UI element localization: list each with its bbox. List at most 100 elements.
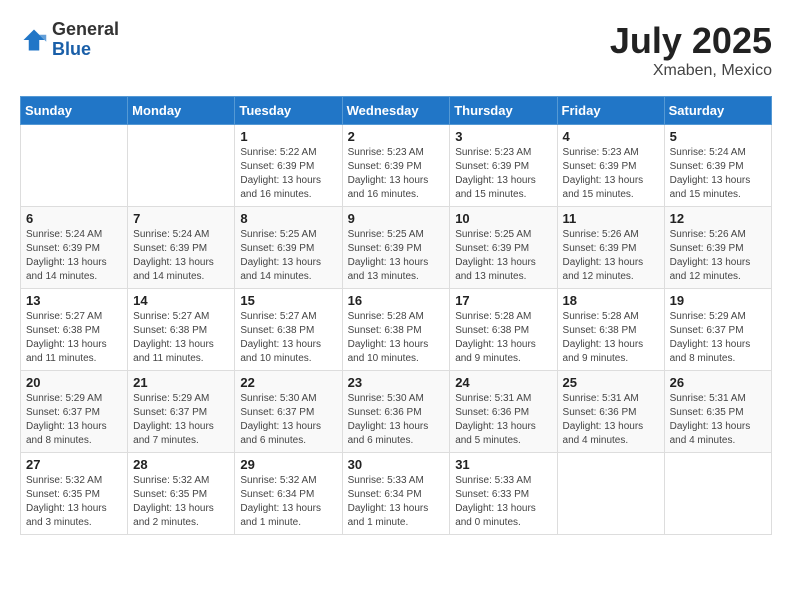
day-number: 27	[26, 457, 122, 472]
calendar-header-row: SundayMondayTuesdayWednesdayThursdayFrid…	[21, 97, 772, 125]
day-info: Sunrise: 5:24 AM Sunset: 6:39 PM Dayligh…	[26, 228, 122, 284]
calendar-cell: 7 Sunrise: 5:24 AM Sunset: 6:39 PM Daylig…	[128, 207, 235, 289]
calendar-cell: 20 Sunrise: 5:29 AM Sunset: 6:37 PM Dayli…	[21, 371, 128, 453]
calendar-cell: 5Sunrise: 5:24 AM Sunset: 6:39 PM Daylig…	[664, 125, 771, 207]
calendar-cell: 22 Sunrise: 5:30 AM Sunset: 6:37 PM Dayli…	[235, 371, 342, 453]
calendar-cell: 29 Sunrise: 5:32 AM Sunset: 6:34 PM Dayli…	[235, 453, 342, 535]
calendar-cell: 21 Sunrise: 5:29 AM Sunset: 6:37 PM Dayli…	[128, 371, 235, 453]
calendar-cell: 17 Sunrise: 5:28 AM Sunset: 6:38 PM Dayli…	[450, 289, 557, 371]
day-number: 25	[563, 375, 659, 390]
day-info: Sunrise: 5:30 AM Sunset: 6:36 PM Dayligh…	[348, 392, 445, 448]
day-info: Sunrise: 5:32 AM Sunset: 6:35 PM Dayligh…	[26, 474, 122, 530]
calendar-cell: 28Sunrise: 5:32 AM Sunset: 6:35 PM Dayli…	[128, 453, 235, 535]
weekday-header: Saturday	[664, 97, 771, 125]
calendar-week-row: 1 Sunrise: 5:22 AM Sunset: 6:39 PM Daylig…	[21, 125, 772, 207]
calendar-cell	[557, 453, 664, 535]
day-info: Sunrise: 5:22 AM Sunset: 6:39 PM Dayligh…	[240, 146, 336, 202]
day-info: Sunrise: 5:27 AM Sunset: 6:38 PM Dayligh…	[133, 310, 229, 366]
calendar-cell: 18Sunrise: 5:28 AM Sunset: 6:38 PM Dayli…	[557, 289, 664, 371]
calendar-cell: 11 Sunrise: 5:26 AM Sunset: 6:39 PM Dayli…	[557, 207, 664, 289]
location-subtitle: Xmaben, Mexico	[610, 62, 772, 80]
logo-icon	[20, 26, 48, 54]
calendar-week-row: 13 Sunrise: 5:27 AM Sunset: 6:38 PM Dayli…	[21, 289, 772, 371]
day-info: Sunrise: 5:33 AM Sunset: 6:33 PM Dayligh…	[455, 474, 551, 530]
day-number: 3	[455, 129, 551, 144]
day-number: 30	[348, 457, 445, 472]
day-number: 10	[455, 211, 551, 226]
day-number: 18	[563, 293, 659, 308]
day-number: 22	[240, 375, 336, 390]
page-header: General Blue July 2025 Xmaben, Mexico	[20, 20, 772, 80]
day-number: 23	[348, 375, 445, 390]
calendar-cell: 15Sunrise: 5:27 AM Sunset: 6:38 PM Dayli…	[235, 289, 342, 371]
calendar-cell: 16 Sunrise: 5:28 AM Sunset: 6:38 PM Dayli…	[342, 289, 450, 371]
calendar-cell: 14 Sunrise: 5:27 AM Sunset: 6:38 PM Dayli…	[128, 289, 235, 371]
weekday-header: Sunday	[21, 97, 128, 125]
title-block: July 2025 Xmaben, Mexico	[610, 20, 772, 80]
day-info: Sunrise: 5:31 AM Sunset: 6:36 PM Dayligh…	[455, 392, 551, 448]
day-number: 7	[133, 211, 229, 226]
day-info: Sunrise: 5:27 AM Sunset: 6:38 PM Dayligh…	[240, 310, 336, 366]
calendar-cell: 12 Sunrise: 5:26 AM Sunset: 6:39 PM Dayli…	[664, 207, 771, 289]
day-info: Sunrise: 5:25 AM Sunset: 6:39 PM Dayligh…	[348, 228, 445, 284]
calendar-cell: 9 Sunrise: 5:25 AM Sunset: 6:39 PM Daylig…	[342, 207, 450, 289]
day-number: 16	[348, 293, 445, 308]
weekday-header: Wednesday	[342, 97, 450, 125]
day-info: Sunrise: 5:23 AM Sunset: 6:39 PM Dayligh…	[563, 146, 659, 202]
day-info: Sunrise: 5:25 AM Sunset: 6:39 PM Dayligh…	[240, 228, 336, 284]
day-info: Sunrise: 5:28 AM Sunset: 6:38 PM Dayligh…	[455, 310, 551, 366]
day-info: Sunrise: 5:24 AM Sunset: 6:39 PM Dayligh…	[133, 228, 229, 284]
calendar-cell: 10Sunrise: 5:25 AM Sunset: 6:39 PM Dayli…	[450, 207, 557, 289]
day-number: 26	[670, 375, 766, 390]
day-info: Sunrise: 5:30 AM Sunset: 6:37 PM Dayligh…	[240, 392, 336, 448]
day-info: Sunrise: 5:33 AM Sunset: 6:34 PM Dayligh…	[348, 474, 445, 530]
day-number: 5	[670, 129, 766, 144]
day-number: 8	[240, 211, 336, 226]
day-info: Sunrise: 5:29 AM Sunset: 6:37 PM Dayligh…	[26, 392, 122, 448]
calendar-cell: 2 Sunrise: 5:23 AM Sunset: 6:39 PM Daylig…	[342, 125, 450, 207]
day-number: 2	[348, 129, 445, 144]
calendar-cell: 19Sunrise: 5:29 AM Sunset: 6:37 PM Dayli…	[664, 289, 771, 371]
calendar-cell: 3 Sunrise: 5:23 AM Sunset: 6:39 PM Daylig…	[450, 125, 557, 207]
day-number: 1	[240, 129, 336, 144]
logo-general-text: General	[52, 20, 119, 40]
day-number: 29	[240, 457, 336, 472]
calendar-week-row: 27 Sunrise: 5:32 AM Sunset: 6:35 PM Dayli…	[21, 453, 772, 535]
calendar-cell: 13 Sunrise: 5:27 AM Sunset: 6:38 PM Dayli…	[21, 289, 128, 371]
month-year-title: July 2025	[610, 20, 772, 62]
day-info: Sunrise: 5:31 AM Sunset: 6:36 PM Dayligh…	[563, 392, 659, 448]
day-number: 31	[455, 457, 551, 472]
day-info: Sunrise: 5:26 AM Sunset: 6:39 PM Dayligh…	[563, 228, 659, 284]
day-number: 20	[26, 375, 122, 390]
day-number: 11	[563, 211, 659, 226]
day-number: 13	[26, 293, 122, 308]
day-number: 14	[133, 293, 229, 308]
day-info: Sunrise: 5:29 AM Sunset: 6:37 PM Dayligh…	[670, 310, 766, 366]
day-info: Sunrise: 5:29 AM Sunset: 6:37 PM Dayligh…	[133, 392, 229, 448]
day-info: Sunrise: 5:28 AM Sunset: 6:38 PM Dayligh…	[348, 310, 445, 366]
calendar-cell: 8 Sunrise: 5:25 AM Sunset: 6:39 PM Daylig…	[235, 207, 342, 289]
day-info: Sunrise: 5:32 AM Sunset: 6:34 PM Dayligh…	[240, 474, 336, 530]
logo: General Blue	[20, 20, 119, 60]
day-info: Sunrise: 5:23 AM Sunset: 6:39 PM Dayligh…	[348, 146, 445, 202]
calendar-cell	[21, 125, 128, 207]
weekday-header: Thursday	[450, 97, 557, 125]
calendar-cell: 4Sunrise: 5:23 AM Sunset: 6:39 PM Daylig…	[557, 125, 664, 207]
day-info: Sunrise: 5:26 AM Sunset: 6:39 PM Dayligh…	[670, 228, 766, 284]
day-info: Sunrise: 5:31 AM Sunset: 6:35 PM Dayligh…	[670, 392, 766, 448]
day-number: 12	[670, 211, 766, 226]
day-info: Sunrise: 5:23 AM Sunset: 6:39 PM Dayligh…	[455, 146, 551, 202]
calendar-cell: 31 Sunrise: 5:33 AM Sunset: 6:33 PM Dayli…	[450, 453, 557, 535]
calendar-table: SundayMondayTuesdayWednesdayThursdayFrid…	[20, 96, 772, 535]
day-info: Sunrise: 5:27 AM Sunset: 6:38 PM Dayligh…	[26, 310, 122, 366]
calendar-cell: 26 Sunrise: 5:31 AM Sunset: 6:35 PM Dayli…	[664, 371, 771, 453]
calendar-cell: 1 Sunrise: 5:22 AM Sunset: 6:39 PM Daylig…	[235, 125, 342, 207]
day-number: 6	[26, 211, 122, 226]
day-number: 24	[455, 375, 551, 390]
day-number: 21	[133, 375, 229, 390]
day-number: 9	[348, 211, 445, 226]
weekday-header: Tuesday	[235, 97, 342, 125]
weekday-header: Friday	[557, 97, 664, 125]
calendar-cell: 25 Sunrise: 5:31 AM Sunset: 6:36 PM Dayli…	[557, 371, 664, 453]
day-number: 17	[455, 293, 551, 308]
